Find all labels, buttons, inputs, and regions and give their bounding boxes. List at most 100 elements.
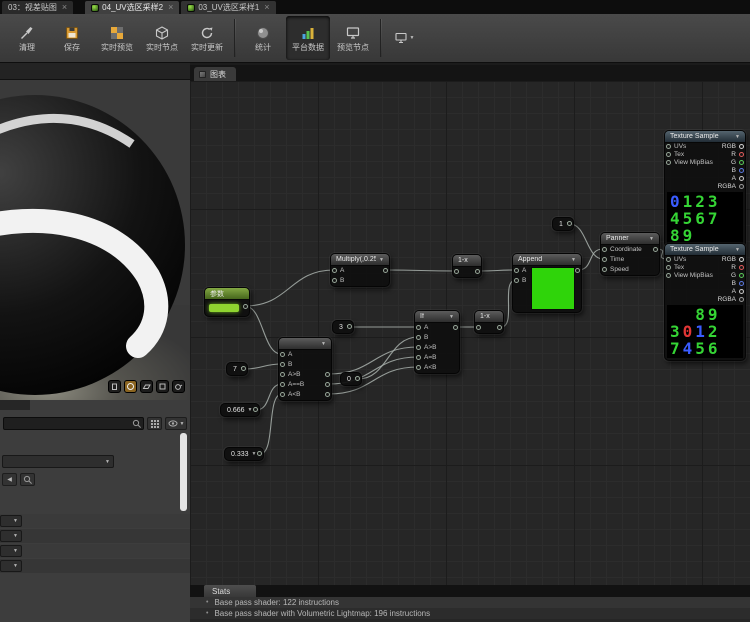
live-nodes-button[interactable]: 实时节点	[140, 16, 184, 60]
list-view-button[interactable]	[147, 417, 162, 430]
input-pin-UVs[interactable]	[666, 144, 671, 149]
input-pin-main[interactable]	[476, 325, 481, 330]
node-header[interactable]: Texture Sample ▼	[665, 131, 745, 143]
input-pin-Tex[interactable]	[666, 265, 671, 270]
node-if[interactable]: If ▼ A B A>B A=B A<B	[414, 310, 460, 374]
node-panner[interactable]: Panner ▼ Coordinate Time Speed	[600, 232, 660, 276]
node-const-7[interactable]: 7▼	[226, 362, 248, 376]
output-pin-RGBA[interactable]	[739, 297, 744, 302]
node-one-minus-b[interactable]: 1-x	[474, 310, 504, 334]
output-pin-RGB[interactable]	[739, 144, 744, 149]
node-header[interactable]: Panner ▼	[601, 233, 659, 245]
output-pin-B[interactable]	[739, 281, 744, 286]
node-one-minus-a[interactable]: 1-x	[452, 254, 482, 278]
tab-uv-sample-2[interactable]: 04_UV选区采样2 ×	[85, 1, 180, 14]
input-pin-A<B[interactable]	[416, 365, 421, 370]
node-multiply[interactable]: Multiply(,0.25) ▼ A B	[330, 253, 390, 287]
input-pin-A[interactable]	[280, 352, 285, 357]
node-texture-sample-1[interactable]: Texture Sample ▼ UVs RGB Tex R View MipBias G B A…	[664, 130, 746, 248]
search-filter-button[interactable]	[20, 473, 35, 486]
close-icon[interactable]: ×	[168, 3, 173, 12]
preview-shape-sphere-button[interactable]	[124, 380, 137, 393]
output-pin[interactable]	[347, 324, 352, 329]
node-const-0[interactable]: 0▼	[340, 372, 362, 386]
input-pin-A>B[interactable]	[280, 372, 285, 377]
stats-button[interactable]: 统计	[241, 16, 285, 60]
tab-parallax-map[interactable]: 03：视差贴图 ×	[2, 1, 74, 14]
live-preview-button[interactable]: 实时预览	[95, 16, 139, 60]
output-pin-main[interactable]	[475, 269, 480, 274]
tab-uv-sample-1[interactable]: 03_UV选区采样1 ×	[181, 1, 276, 14]
input-pin-A[interactable]	[416, 325, 421, 330]
output-pin-RGBA[interactable]	[739, 184, 744, 189]
value-dropdown[interactable]: ▼	[0, 560, 22, 572]
node-const-0333[interactable]: 0.333 ▼	[224, 447, 264, 461]
input-pin-View MipBias[interactable]	[666, 273, 671, 278]
input-pin-A[interactable]	[514, 268, 519, 273]
tab-stats[interactable]: Stats	[204, 585, 257, 597]
output-pin-main[interactable]	[497, 325, 502, 330]
output-pin-main[interactable]	[325, 392, 330, 397]
output-pin-G[interactable]	[739, 160, 744, 165]
node-append[interactable]: Append ▼ A B	[512, 253, 582, 313]
output-pin-R[interactable]	[739, 152, 744, 157]
search-input[interactable]	[3, 417, 144, 430]
property-dropdown[interactable]: ▼	[2, 455, 114, 468]
clean-button[interactable]: 清理	[5, 16, 49, 60]
output-pin[interactable]	[257, 451, 262, 456]
preview-shape-plane-button[interactable]	[140, 380, 153, 393]
value-dropdown[interactable]: ▼	[0, 545, 22, 557]
node-texture-sample-2[interactable]: Texture Sample ▼ UVs RGB Tex R View MipBias G B A…	[664, 243, 746, 361]
preview-shape-cube-button[interactable]	[156, 380, 169, 393]
preview-shape-mesh-button[interactable]	[172, 380, 185, 393]
input-pin-B[interactable]	[416, 335, 421, 340]
input-pin-Tex[interactable]	[666, 152, 671, 157]
input-pin-UVs[interactable]	[666, 257, 671, 262]
input-pin-B[interactable]	[332, 278, 337, 283]
node-header[interactable]: 参数	[205, 288, 249, 300]
output-pin-A[interactable]	[739, 176, 744, 181]
value-dropdown[interactable]: ▼	[0, 515, 22, 527]
input-pin-A<B[interactable]	[280, 392, 285, 397]
value-dropdown[interactable]: ▼	[0, 530, 22, 542]
input-pin-main[interactable]	[454, 269, 459, 274]
details-panel-tab[interactable]	[0, 400, 30, 410]
input-pin-A>B[interactable]	[416, 345, 421, 350]
node-header[interactable]: 1-x	[453, 255, 481, 267]
close-icon[interactable]: ×	[264, 3, 269, 12]
preview-state-dropdown-button[interactable]: ▼	[387, 16, 421, 60]
output-pin[interactable]	[243, 304, 248, 309]
node-header[interactable]: If ▼	[415, 311, 459, 323]
node-const-1[interactable]: 1▼	[552, 217, 574, 231]
output-pin-main[interactable]	[325, 372, 330, 377]
node-header[interactable]: 1-x	[475, 311, 503, 323]
input-pin-B[interactable]	[280, 362, 285, 367]
input-pin-Time[interactable]	[602, 257, 607, 262]
output-pin-G[interactable]	[739, 273, 744, 278]
save-button[interactable]: 保存	[50, 16, 94, 60]
output-pin[interactable]	[567, 221, 572, 226]
platform-stats-button[interactable]: 平台数据	[286, 16, 330, 60]
node-param[interactable]: 参数	[204, 287, 250, 317]
output-pin[interactable]	[241, 366, 246, 371]
node-header[interactable]: Texture Sample ▼	[665, 244, 745, 256]
output-pin-main[interactable]	[383, 268, 388, 273]
close-icon[interactable]: ×	[62, 3, 67, 12]
input-pin-View MipBias[interactable]	[666, 160, 671, 165]
preview-shape-cylinder-button[interactable]	[108, 380, 121, 393]
node-header[interactable]: Multiply(,0.25) ▼	[331, 254, 389, 266]
output-pin-A[interactable]	[739, 289, 744, 294]
visibility-filter-button[interactable]: ▼	[165, 417, 187, 430]
details-scrollbar[interactable]	[180, 433, 187, 511]
back-button[interactable]: ◀	[2, 473, 17, 486]
input-pin-Coordinate[interactable]	[602, 247, 607, 252]
node-if-fn[interactable]: ▼ A B A>B A==B A<B	[278, 337, 332, 401]
node-const-3[interactable]: 3▼	[332, 320, 354, 334]
preview-node-button[interactable]: 预览节点	[331, 16, 375, 60]
node-const-0666[interactable]: 0.666 ▼	[220, 403, 260, 417]
live-update-button[interactable]: 实时更新	[185, 16, 229, 60]
output-pin-main[interactable]	[575, 268, 580, 273]
input-pin-B[interactable]	[514, 278, 519, 283]
input-pin-A[interactable]	[332, 268, 337, 273]
node-header[interactable]: ▼	[279, 338, 331, 350]
